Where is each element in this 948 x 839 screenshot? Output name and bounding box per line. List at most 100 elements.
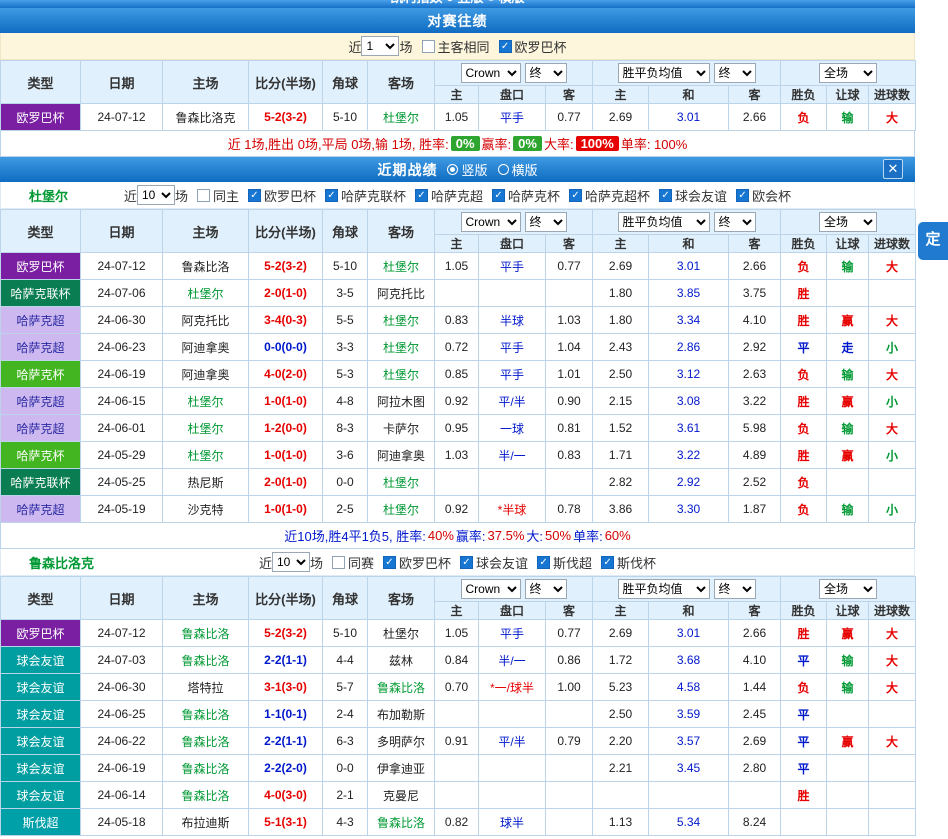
table-body: 欧罗巴杯24-07-12鲁森比洛5-2(3-2)5-10杜堡尔1.05平手0.7… [1,620,916,836]
league-filter-checkbox[interactable]: ✓ [537,556,550,569]
league-filter-label[interactable]: 欧罗巴杯 [264,186,316,205]
table-cell: 兹林 [368,647,435,674]
avg-odds-select-1[interactable]: 终 [714,63,756,83]
league-filter-label[interactable]: 斯伐杯 [617,553,656,572]
league-filter-checkbox[interactable]: ✓ [460,556,473,569]
same-filter-checkbox[interactable] [197,189,210,202]
table-cell: 鲁森比洛 [368,674,435,701]
h2h-table: 类型日期主场比分(半场)角球客场Crown终胜平负均值终全场主盘口客主和客胜负让… [0,60,916,131]
table-cell: 卡萨尔 [368,415,435,442]
column-subheader: 和 [649,235,729,253]
column-header: 主场 [163,210,249,253]
vertical-layout-radio[interactable] [447,164,458,175]
table-cell: 2.92 [649,469,729,496]
column-header: 比分(半场) [249,210,323,253]
stats-part: 0% [513,136,542,151]
table-cell: 伊拿迪亚 [368,755,435,782]
horizontal-layout-radio[interactable] [498,164,509,175]
match-row: 哈萨克杯24-06-19阿迪拿奥4-0(2-0)5-3杜堡尔0.85平手1.01… [1,361,916,388]
league-filter-label[interactable]: 球会友谊 [476,553,528,572]
table-cell: 杜堡尔 [163,415,249,442]
avg-odds-select-0[interactable]: 胜平负均值 [618,579,710,599]
league-filter-checkbox[interactable]: ✓ [736,189,749,202]
league-filter-label[interactable]: 哈萨克超杯 [585,186,650,205]
league-filter-label[interactable]: 欧罗巴杯 [515,37,567,56]
home-team-table: 类型日期主场比分(半场)角球客场Crown终胜平负均值终全场主盘口客主和客胜负让… [0,576,916,836]
league-badge: 欧罗巴杯 [1,104,81,131]
period-select-0[interactable]: 全场 [819,579,877,599]
league-filter-checkbox[interactable]: ✓ [601,556,614,569]
period-select-0[interactable]: 全场 [819,63,877,83]
table-cell [827,701,869,728]
table-cell [827,809,869,836]
same-filter-checkbox[interactable] [422,40,435,53]
league-filter-checkbox[interactable]: ✓ [659,189,672,202]
table-cell: 胜 [781,782,827,809]
close-icon[interactable]: ✕ [883,159,903,179]
league-filter-checkbox[interactable]: ✓ [325,189,338,202]
clipped-section-title: 凯利指数 ● 竖版 ○ 横版 [390,0,524,5]
bookmaker-select-1[interactable]: 终 [525,212,567,232]
same-filter-label[interactable]: 同赛 [348,553,374,572]
league-filter-checkbox[interactable]: ✓ [248,189,261,202]
bookmaker-select-1[interactable]: 终 [525,579,567,599]
league-filter-checkbox[interactable]: ✓ [569,189,582,202]
vertical-layout-label[interactable]: 竖版 [461,160,487,179]
league-filter-label[interactable]: 斯伐超 [553,553,592,572]
period-select-0[interactable]: 全场 [819,212,877,232]
league-filter-label[interactable]: 哈萨克杯 [508,186,560,205]
table-cell: 负 [781,674,827,701]
table-cell: 1.80 [593,280,649,307]
bookmaker-select-0[interactable]: Crown [461,63,521,83]
same-filter-checkbox[interactable] [332,556,345,569]
table-header: 类型日期主场比分(半场)角球客场Crown终胜平负均值终全场主盘口客主和客胜负让… [1,210,916,253]
table-cell [546,469,593,496]
table-cell: 2.50 [593,701,649,728]
league-filter-label[interactable]: 欧会杯 [752,186,791,205]
table-cell: 1-0(1-0) [249,388,323,415]
table-cell: 平/半 [479,728,546,755]
table-cell: 0-0 [323,755,368,782]
period-wrap: 全场 [782,579,914,599]
bookmaker-select-0[interactable]: Crown [461,212,521,232]
table-cell: 0.82 [435,809,479,836]
table-cell: 小 [869,496,916,523]
table-cell [435,701,479,728]
table-cell: 1.05 [435,253,479,280]
recent-title: 近期战绩 [377,160,437,180]
table-cell: 一球 [479,415,546,442]
page: 凯利指数 ● 竖版 ○ 横版 对赛往绩 近 1 场主客相同✓欧罗巴杯 类型日期主… [0,0,948,839]
avg-odds-select-0[interactable]: 胜平负均值 [618,63,710,83]
bookmaker-select-0[interactable]: Crown [461,579,521,599]
table-cell: 3-1(3-0) [249,674,323,701]
near-count-select[interactable]: 10 [137,185,175,205]
near-count-select[interactable]: 10 [272,552,310,572]
match-row: 球会友谊24-06-14鲁森比洛4-0(3-0)2-1克曼尼胜 [1,782,916,809]
horizontal-layout-label[interactable]: 横版 [512,160,538,179]
league-filter-checkbox[interactable]: ✓ [492,189,505,202]
table-cell: 24-06-19 [81,361,163,388]
league-filter-label[interactable]: 欧罗巴杯 [399,553,451,572]
same-filter-label[interactable]: 主客相同 [438,37,490,56]
stats-part: 单率: [573,526,603,545]
league-filter-checkbox[interactable]: ✓ [499,40,512,53]
avg-odds-select-0[interactable]: 胜平负均值 [618,212,710,232]
column-subheader: 客 [546,235,593,253]
table-cell: 1.03 [435,442,479,469]
avg-odds-select-1[interactable]: 终 [714,579,756,599]
league-filter-label[interactable]: 哈萨克超 [431,186,483,205]
same-filter-label[interactable]: 同主 [213,186,239,205]
column-header: 类型 [1,577,81,620]
league-filter-checkbox[interactable]: ✓ [383,556,396,569]
away-team-stats-row: 近10场,胜4平1负5, 胜率:40% 赢率:37.5% 大:50% 单率:60… [0,523,915,549]
table-cell: 1-0(1-0) [249,496,323,523]
table-cell: 0.72 [435,334,479,361]
customize-button[interactable]: 定 [918,222,948,260]
league-filter-label[interactable]: 球会友谊 [675,186,727,205]
league-filter-checkbox[interactable]: ✓ [415,189,428,202]
table-cell: 塔特拉 [163,674,249,701]
league-filter-label[interactable]: 哈萨克联杯 [341,186,406,205]
near-count-select[interactable]: 1 [361,36,399,56]
bookmaker-select-1[interactable]: 终 [525,63,567,83]
avg-odds-select-1[interactable]: 终 [714,212,756,232]
